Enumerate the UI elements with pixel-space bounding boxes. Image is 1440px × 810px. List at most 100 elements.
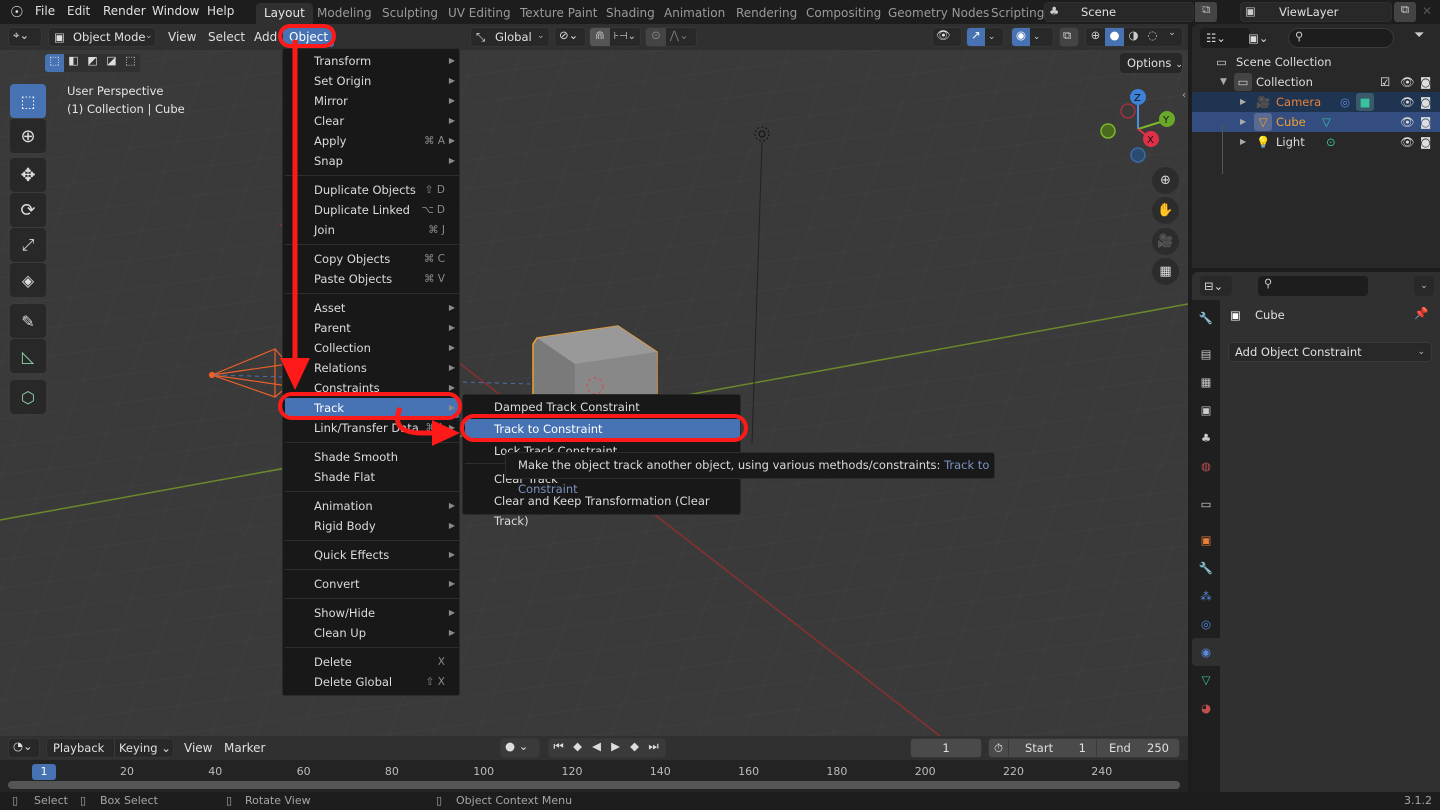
properties-editor-type[interactable]: ⊟⌄ bbox=[1200, 276, 1232, 296]
tab-sculpting[interactable]: Sculpting bbox=[374, 3, 446, 24]
tool-move[interactable]: ✥ bbox=[10, 158, 46, 192]
menu-item-delete-global[interactable]: Delete Global ⇧ X bbox=[285, 672, 459, 692]
menu-item-animation[interactable]: Animation ▶ bbox=[285, 496, 459, 516]
scene-selector[interactable]: ♣ Scene ⧉ bbox=[1044, 2, 1217, 22]
delete-view-layer-icon[interactable]: ✕ bbox=[1422, 4, 1432, 18]
navigation-gizmo[interactable]: Z Y X bbox=[1095, 86, 1185, 166]
select-invert-icon[interactable]: ◪ bbox=[102, 54, 121, 72]
menu-item-show-hide[interactable]: Show/Hide ▶ bbox=[285, 603, 459, 623]
pin-icon[interactable]: 📌 bbox=[1414, 306, 1428, 320]
expand-icon[interactable]: ▶ bbox=[1240, 112, 1246, 132]
timeline-editor-type[interactable]: ◔⌄ bbox=[8, 738, 40, 758]
expand-icon[interactable]: ▼ bbox=[1220, 72, 1227, 92]
auto-keying-toggle[interactable]: ● ⌄ bbox=[500, 738, 540, 758]
tool-cursor[interactable]: ⊕ bbox=[10, 119, 46, 153]
jump-start-icon[interactable]: ⏮ bbox=[549, 739, 568, 757]
tool-rotate[interactable]: ⟳ bbox=[10, 193, 46, 227]
tab-modifiers[interactable]: 🔧 bbox=[1192, 554, 1220, 582]
outliner-filter-type[interactable]: ▣⌄ bbox=[1242, 28, 1282, 48]
tab-data[interactable]: ▽ bbox=[1192, 666, 1220, 694]
menu-window[interactable]: Window bbox=[152, 4, 199, 18]
pan-view-icon[interactable]: ✋ bbox=[1152, 197, 1179, 224]
outliner-row-scene-collection[interactable]: ▭ Scene Collection bbox=[1192, 52, 1440, 72]
falloff-icon[interactable]: ⋀⌄ bbox=[670, 28, 689, 42]
zoom-view-icon[interactable]: ⊕ bbox=[1152, 167, 1179, 194]
light-data-icon[interactable]: ⊙ bbox=[1326, 132, 1336, 152]
next-keyframe-icon[interactable]: ◆ bbox=[625, 739, 644, 757]
keying-dropdown[interactable]: Keying ⌄ bbox=[113, 739, 173, 757]
timeline-menu-view[interactable]: View bbox=[184, 738, 212, 758]
tab-output[interactable]: ▦ bbox=[1192, 368, 1220, 396]
playback-dropdown[interactable]: Playback ⌄ bbox=[47, 739, 114, 773]
transform-orientation-dropdown[interactable]: ⤡ Global ⌄ bbox=[470, 27, 550, 47]
eye-icon[interactable]: 👁 bbox=[1400, 112, 1415, 132]
add-object-constraint-dropdown[interactable]: Add Object Constraint ⌄ bbox=[1228, 342, 1432, 362]
tab-animation[interactable]: Animation bbox=[656, 3, 733, 24]
tool-transform[interactable]: ◈ bbox=[10, 263, 46, 297]
tool-add-cube[interactable]: ⬡ bbox=[10, 380, 46, 414]
menu-item-clean-up[interactable]: Clean Up ▶ bbox=[285, 623, 459, 643]
camera-view-icon[interactable]: 🎥 bbox=[1152, 228, 1179, 255]
eye-icon[interactable]: 👁 bbox=[1400, 72, 1415, 92]
sidebar-toggle-icon[interactable]: ‹ bbox=[1182, 90, 1186, 101]
expand-icon[interactable]: ▶ bbox=[1240, 132, 1246, 152]
tab-shading[interactable]: Shading bbox=[598, 3, 663, 24]
properties-search-input[interactable]: ⚲ bbox=[1258, 276, 1368, 296]
select-subtract-icon[interactable]: ◩ bbox=[83, 54, 102, 72]
tool-scale[interactable]: ⤢ bbox=[10, 228, 46, 262]
tool-select-box[interactable]: ⬚ bbox=[10, 84, 46, 118]
tool-annotate[interactable]: ✎ bbox=[10, 304, 46, 338]
outliner-row-camera[interactable]: ▶ 🎥 Camera ◎ ■ 👁 ◙ bbox=[1192, 92, 1440, 112]
select-extend-icon[interactable]: ◧ bbox=[64, 54, 83, 72]
tab-tool[interactable]: 🔧 bbox=[1192, 304, 1220, 332]
view-layer-name[interactable]: ViewLayer bbox=[1279, 5, 1338, 19]
tab-uv-editing[interactable]: UV Editing bbox=[440, 3, 519, 24]
menu-select[interactable]: Select bbox=[208, 27, 245, 47]
menu-item-convert[interactable]: Convert ▶ bbox=[285, 574, 459, 594]
menu-view[interactable]: View bbox=[168, 27, 196, 47]
tool-measure[interactable]: ◺ bbox=[10, 339, 46, 373]
render-camera-icon[interactable]: ◙ bbox=[1420, 72, 1431, 92]
solid-shading-icon[interactable]: ● bbox=[1105, 28, 1124, 46]
tab-scripting[interactable]: Scripting bbox=[983, 3, 1052, 24]
visibility-dropdown[interactable]: 👁 bbox=[932, 27, 962, 47]
mode-dropdown[interactable]: ▣ Object Mode ⌄ bbox=[48, 27, 156, 47]
wireframe-shading-icon[interactable]: ⊕ bbox=[1086, 28, 1105, 46]
tab-geometry-nodes[interactable]: Geometry Nodes bbox=[880, 3, 997, 24]
ortho-toggle-icon[interactable]: ▦ bbox=[1152, 258, 1179, 285]
menu-help[interactable]: Help bbox=[207, 4, 234, 18]
proportional-editing-group[interactable]: ⊙ ⋀⌄ bbox=[645, 27, 697, 47]
playhead[interactable]: 1 bbox=[32, 764, 56, 780]
shading-options-icon[interactable]: ⌄ bbox=[1162, 28, 1182, 46]
outliner-row-light[interactable]: ▶ 💡 Light ⊙ 👁 ◙ bbox=[1192, 132, 1440, 152]
mesh-data-icon[interactable]: ▽ bbox=[1322, 112, 1331, 132]
current-frame-field[interactable]: 1 bbox=[910, 738, 982, 758]
timeline-scrollbar[interactable] bbox=[8, 781, 1180, 789]
expand-icon[interactable]: ▶ bbox=[1240, 92, 1246, 112]
material-shading-icon[interactable]: ◑ bbox=[1124, 28, 1143, 46]
end-frame-field[interactable]: End 250 bbox=[1097, 739, 1179, 757]
outliner-row-cube[interactable]: ▶ ▽ Cube ▽ 👁 ◙ bbox=[1192, 112, 1440, 132]
select-intersect-icon[interactable]: ⬚ bbox=[121, 54, 140, 72]
xray-toggle[interactable]: ⧉ bbox=[1059, 27, 1079, 47]
overlay-toggle[interactable]: ◉ ⌄ bbox=[1011, 27, 1054, 47]
render-camera-icon[interactable]: ◙ bbox=[1420, 112, 1431, 132]
menu-item-quick-effects[interactable]: Quick Effects ▶ bbox=[285, 545, 459, 565]
outliner-search-input[interactable]: ⚲ bbox=[1288, 28, 1394, 48]
rendered-shading-icon[interactable]: ◌ bbox=[1143, 28, 1162, 46]
tab-collection[interactable]: ▭ bbox=[1192, 490, 1220, 518]
filter-icon[interactable]: ⏷ bbox=[1414, 28, 1424, 43]
tab-constraints[interactable]: ◉ bbox=[1192, 638, 1220, 666]
editor-type-dropdown[interactable]: ⌖⌄ bbox=[8, 27, 42, 47]
new-view-layer-icon[interactable]: ⧉ bbox=[1394, 2, 1416, 22]
start-frame-field[interactable]: Start 1 bbox=[1009, 739, 1097, 757]
camera-data-icon[interactable]: ■ bbox=[1356, 93, 1374, 111]
eye-icon[interactable]: 👁 bbox=[1400, 92, 1415, 112]
play-icon[interactable]: ▶ bbox=[606, 739, 625, 757]
submenu-item-clear-and-keep-transformation-clear-track[interactable]: Clear and Keep Transformation (Clear Tra… bbox=[465, 491, 740, 528]
tab-scene[interactable]: ♣ bbox=[1192, 424, 1220, 452]
tab-material[interactable]: ◕ bbox=[1192, 694, 1220, 722]
view-layer-selector[interactable]: ▣ ViewLayer bbox=[1240, 2, 1392, 22]
prev-keyframe-icon[interactable]: ◆ bbox=[568, 739, 587, 757]
exclude-checkbox[interactable]: ☑ bbox=[1380, 72, 1390, 92]
